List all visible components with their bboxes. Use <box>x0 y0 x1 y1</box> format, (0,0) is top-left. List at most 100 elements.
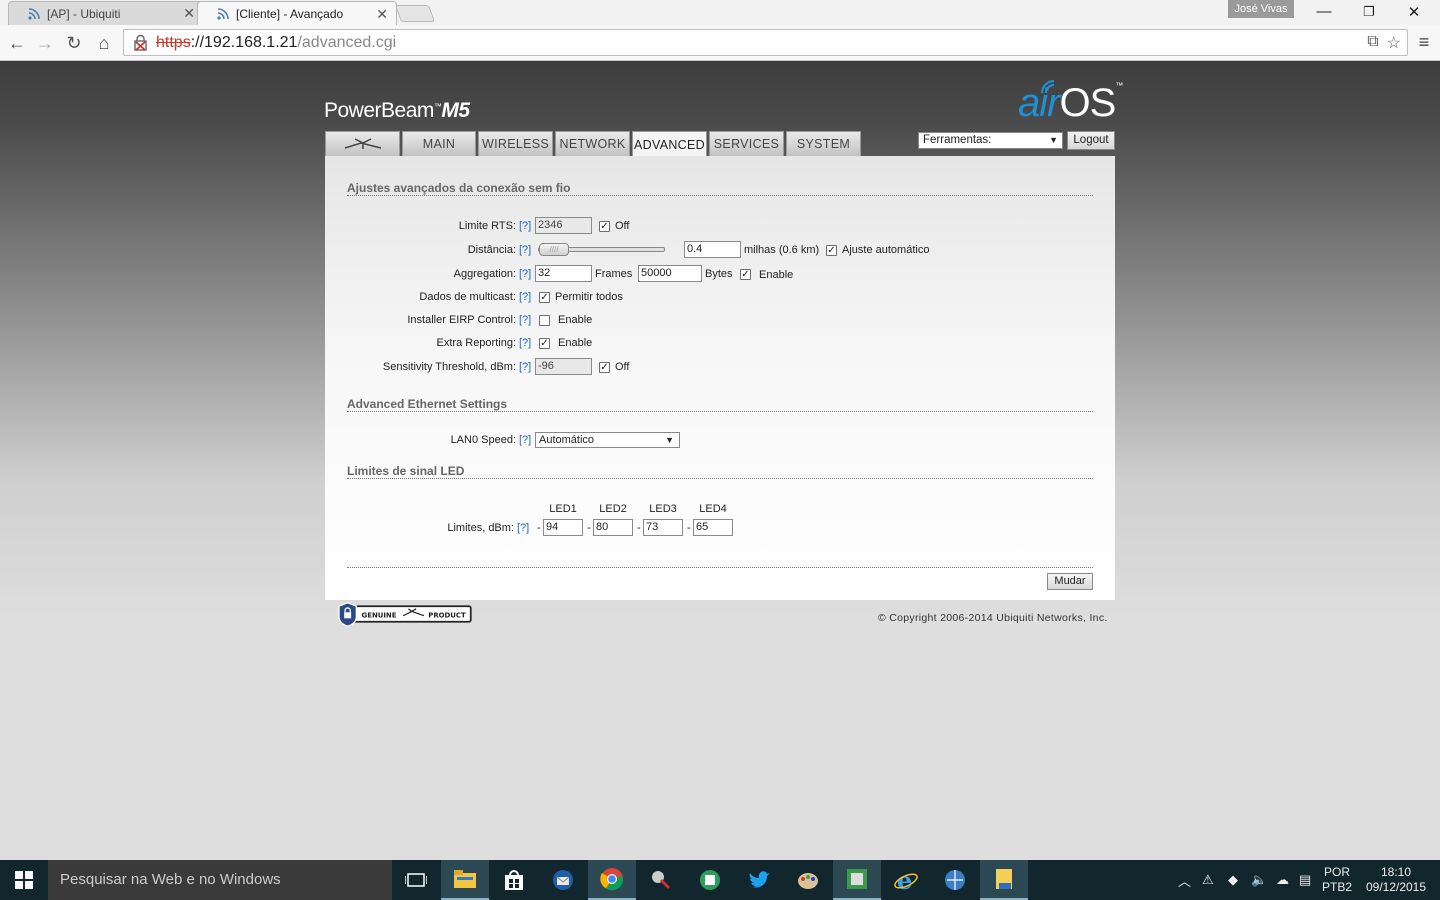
section-divider <box>347 411 1093 412</box>
minimize-icon[interactable]: — <box>1309 3 1339 20</box>
internet-explorer-icon[interactable]: e <box>882 860 930 900</box>
tab-main[interactable]: MAIN <box>402 131 476 156</box>
window-close-icon[interactable]: ✕ <box>1399 3 1429 21</box>
help-link[interactable]: [?] <box>519 361 531 373</box>
url-scheme: https <box>156 33 191 51</box>
task-view-icon[interactable] <box>392 860 440 900</box>
section-divider <box>347 195 1093 196</box>
twitter-icon[interactable] <box>735 860 783 900</box>
clock[interactable]: 18:10 09/12/2015 <box>1362 865 1430 895</box>
aggregation-enable-checkbox[interactable]: ✓ <box>740 269 751 280</box>
logout-button[interactable]: Logout <box>1067 131 1115 150</box>
restore-icon[interactable]: ❐ <box>1354 4 1384 20</box>
address-bar[interactable]: https://192.168.1.21/advanced.cgi ⧉ ☆ <box>123 29 1408 56</box>
profile-button[interactable]: José Vivas <box>1228 0 1294 18</box>
tab-title: [AP] - Ubiquiti <box>47 6 121 21</box>
taskbar-search[interactable]: Pesquisar na Web e no Windows <box>48 860 392 900</box>
tab-advanced[interactable]: ADVANCED <box>632 131 707 157</box>
multicast-allow-checkbox[interactable]: ✓ <box>539 292 550 303</box>
lan-speed-select[interactable]: Automático ▼ <box>535 432 680 448</box>
led1-limit-input[interactable]: 94 <box>543 519 583 536</box>
extra-reporting-checkbox[interactable]: ✓ <box>539 338 550 349</box>
auto-adjust-checkbox[interactable]: ✓ <box>826 245 837 256</box>
rts-off-label: Off <box>615 220 630 232</box>
help-link[interactable]: [?] <box>519 291 531 303</box>
start-button[interactable] <box>0 860 48 900</box>
app-icon-folder-yellow[interactable] <box>980 860 1028 900</box>
new-tab-button[interactable] <box>394 5 436 22</box>
bookmark-star-icon[interactable]: ☆ <box>1387 33 1401 53</box>
help-link[interactable]: [?] <box>519 268 531 280</box>
browser-tab-ap[interactable]: [AP] - Ubiquiti ✕ <box>8 1 204 25</box>
distance-slider-handle[interactable]: //// <box>539 243 569 256</box>
browser-tab-cliente[interactable]: [Cliente] - Avançado ✕ <box>197 1 397 26</box>
help-link[interactable]: [?] <box>519 244 531 256</box>
distance-input[interactable]: 0.4 <box>684 241 741 258</box>
forward-icon[interactable]: → <box>33 31 57 55</box>
tab-network[interactable]: NETWORK <box>555 131 630 156</box>
cloud-sync-icon[interactable]: ☁ <box>1276 860 1289 900</box>
led2-limit-input[interactable]: 80 <box>593 519 633 536</box>
airos-logo: airOS™ <box>1018 79 1123 126</box>
sensitivity-input[interactable]: -96 <box>535 358 592 375</box>
close-icon[interactable]: ✕ <box>376 6 388 23</box>
input-language[interactable]: POR PTB2 <box>1320 865 1354 895</box>
thunderbird-icon[interactable] <box>539 860 587 900</box>
led-header: LED2 <box>599 503 627 515</box>
help-link[interactable]: [?] <box>519 434 531 446</box>
store-icon[interactable] <box>490 860 538 900</box>
copyright: © Copyright 2006-2014 Ubiquiti Networks,… <box>878 612 1108 624</box>
help-link[interactable]: [?] <box>519 337 531 349</box>
apply-button[interactable]: Mudar <box>1047 573 1093 590</box>
tab-ubiquiti-logo[interactable] <box>325 131 400 156</box>
led3-limit-input[interactable]: 73 <box>643 519 683 536</box>
close-icon[interactable]: ✕ <box>183 5 195 22</box>
volume-icon[interactable]: 🔈 <box>1251 860 1267 900</box>
app-icon-tools[interactable] <box>637 860 685 900</box>
section-title-wireless: Ajustes avançados da conexão sem fio <box>347 181 571 195</box>
led4-limit-input[interactable]: 65 <box>693 519 733 536</box>
help-link[interactable]: [?] <box>519 314 531 326</box>
file-explorer-icon[interactable] <box>441 860 489 900</box>
airos-page: PowerBeam™M5 airOS™ MAIN WIRELESS NETWOR… <box>0 61 1440 860</box>
chrome-menu-icon[interactable]: ≡ <box>1414 32 1434 52</box>
lan-speed-label: LAN0 Speed: <box>450 434 516 446</box>
chrome-icon[interactable] <box>588 860 636 900</box>
tray-chevron-icon[interactable]: ︿ <box>1178 860 1191 900</box>
sensitivity-off-checkbox[interactable]: ✓ <box>599 362 610 373</box>
multicast-label: Dados de multicast: <box>419 291 516 303</box>
help-link[interactable]: [?] <box>517 522 529 534</box>
url-host: ://192.168.1.21 <box>190 33 298 51</box>
paint-icon[interactable] <box>784 860 832 900</box>
tab-system[interactable]: SYSTEM <box>786 131 861 156</box>
negative-sign: - <box>637 522 641 534</box>
translate-icon[interactable]: ⧉ <box>1367 33 1378 53</box>
tab-wireless[interactable]: WIRELESS <box>478 131 553 156</box>
rts-off-checkbox[interactable]: ✓ <box>599 221 610 232</box>
eirp-enable-checkbox[interactable] <box>539 315 550 326</box>
app-icon-green[interactable] <box>686 860 734 900</box>
aggregation-frames-input[interactable]: 32 <box>535 265 592 282</box>
tab-services[interactable]: SERVICES <box>709 131 784 156</box>
tab-title: [Cliente] - Avançado <box>236 7 344 21</box>
tray-app-icon[interactable]: ◆ <box>1228 860 1238 900</box>
tray-network-warning-icon[interactable]: ⚠ <box>1202 860 1214 900</box>
product-text: PRODUCT <box>428 611 466 619</box>
back-icon[interactable]: ← <box>5 31 29 55</box>
home-icon[interactable]: ⌂ <box>92 31 116 55</box>
insecure-lock-icon[interactable] <box>132 34 150 52</box>
negative-sign: - <box>687 522 691 534</box>
app-icon-network[interactable] <box>931 860 979 900</box>
tools-select[interactable]: Ferramentas: ▼ <box>918 132 1063 149</box>
rts-threshold-input[interactable]: 2346 <box>535 217 592 234</box>
notification-icon[interactable]: ▤ <box>1299 860 1311 900</box>
led-header: LED4 <box>699 503 727 515</box>
aggregation-bytes-input[interactable]: 50000 <box>638 265 702 282</box>
help-link[interactable]: [?] <box>519 220 531 232</box>
distance-units: milhas (0.6 km) <box>744 244 820 256</box>
rss-icon <box>28 7 40 20</box>
dropdown-arrow-icon: ▼ <box>1049 135 1058 145</box>
reload-icon[interactable]: ↻ <box>62 31 86 55</box>
app-icon-terminal[interactable] <box>833 860 881 900</box>
frames-label: Frames <box>595 268 633 280</box>
